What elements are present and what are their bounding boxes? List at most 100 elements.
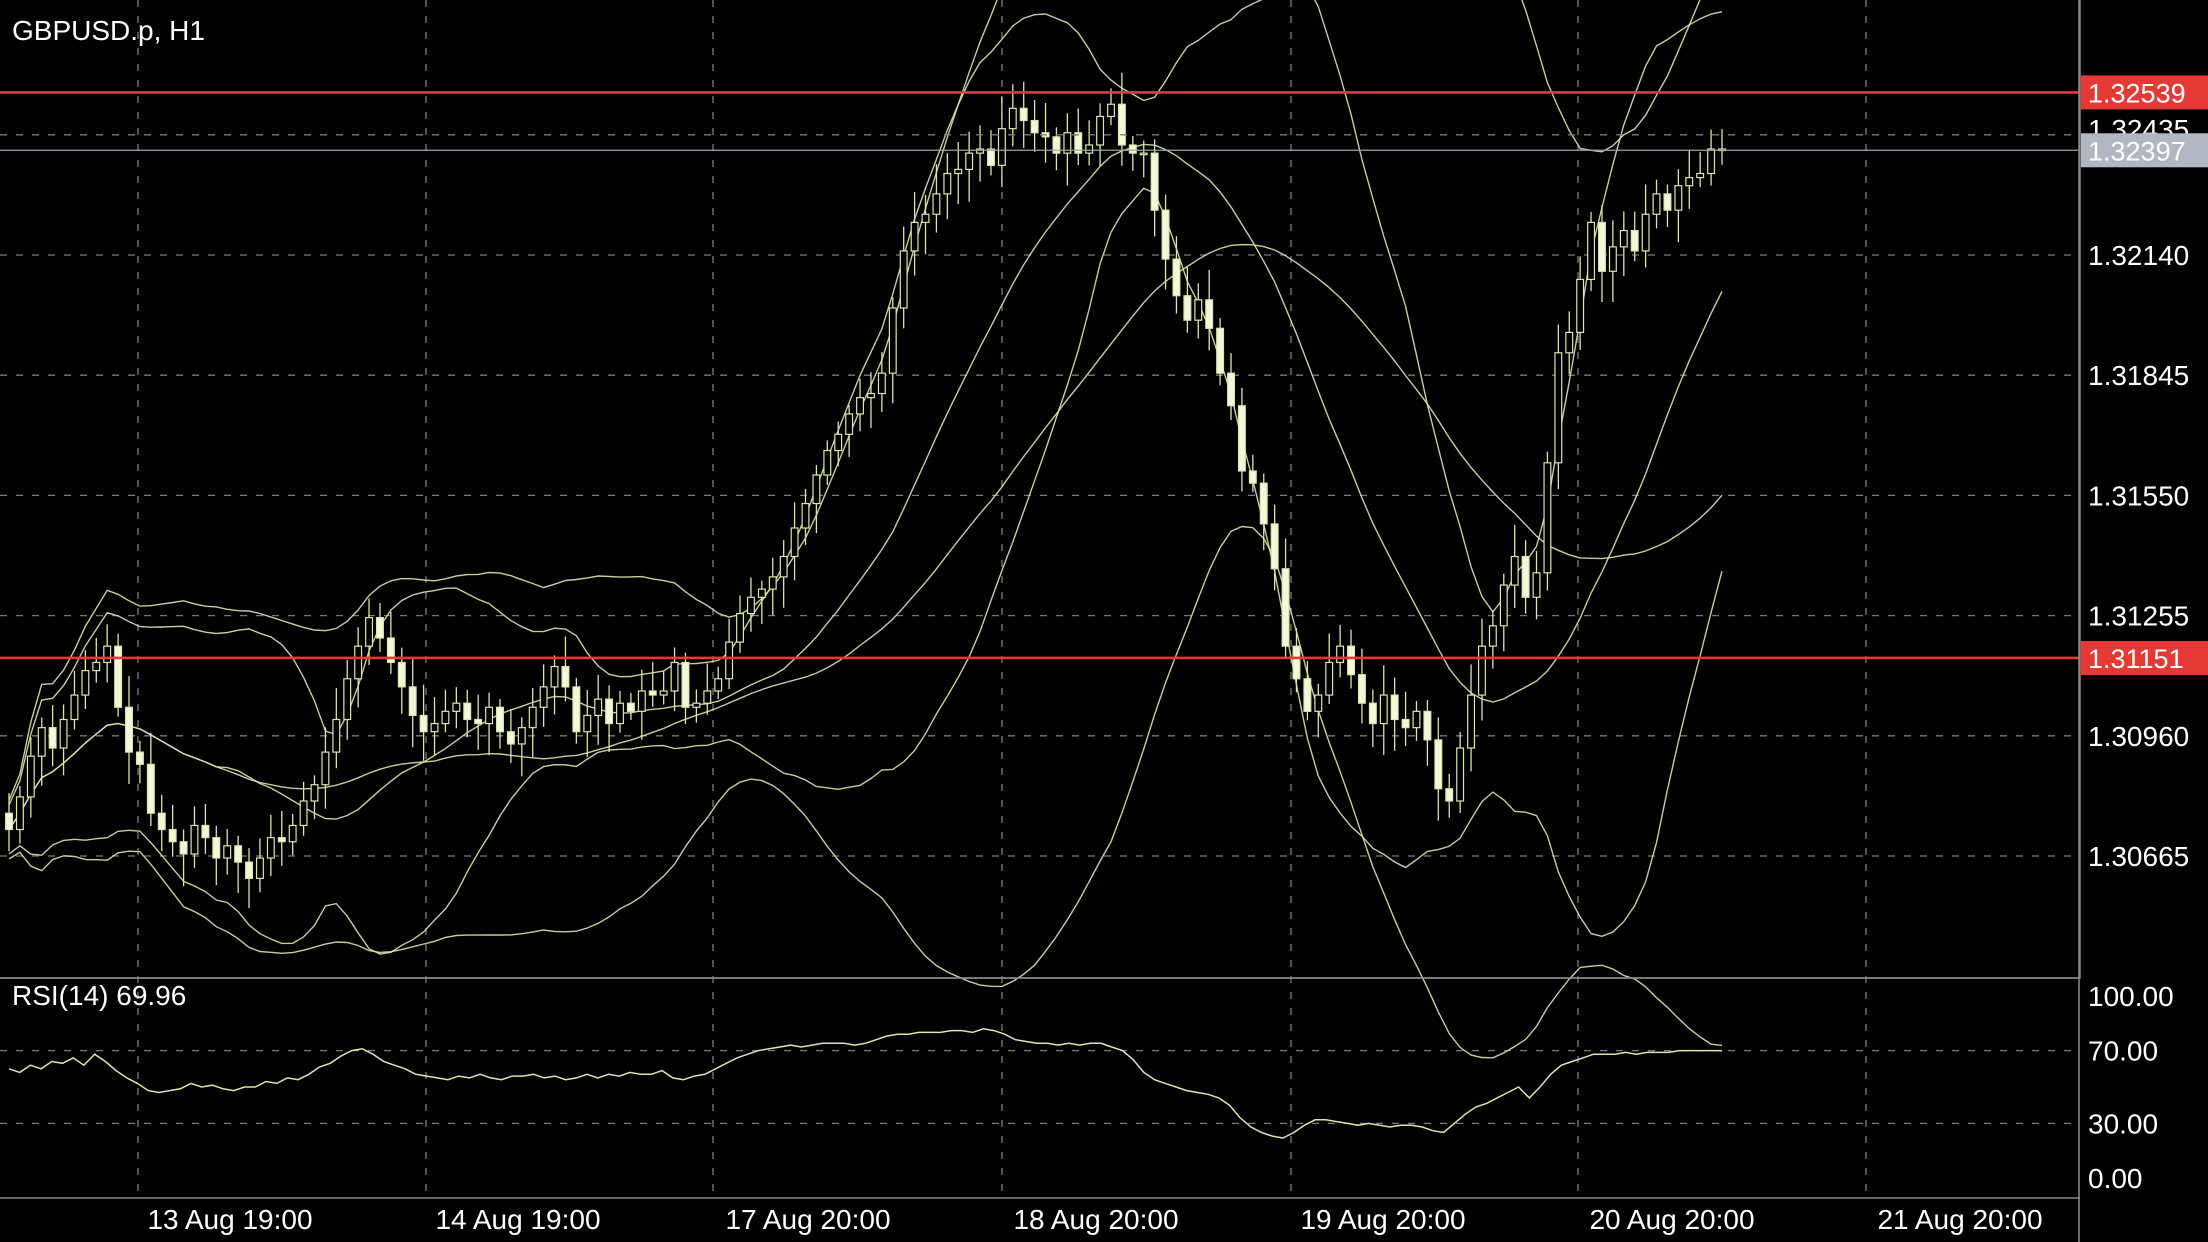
candle-body — [823, 449, 832, 476]
candle-body — [48, 727, 57, 749]
candle-body — [343, 678, 352, 721]
candle-body — [1216, 327, 1225, 374]
candle-body — [1608, 246, 1617, 272]
price-tick-label: 1.30665 — [2088, 841, 2189, 872]
candle-body — [943, 172, 952, 195]
candle-body — [801, 502, 810, 529]
candle-body — [408, 686, 417, 717]
candle-body — [1096, 115, 1105, 146]
candle-body — [1008, 107, 1017, 130]
candle-body — [746, 596, 755, 615]
main-plot-frame — [0, 0, 2081, 979]
candle-body — [1587, 221, 1596, 281]
price-tick-label: 1.31255 — [2088, 601, 2189, 632]
candle-body — [714, 678, 723, 692]
candle-body — [212, 837, 221, 859]
time-tick-label: 13 Aug 19:00 — [147, 1204, 312, 1235]
candle-body — [397, 661, 406, 688]
candle-body — [288, 824, 297, 843]
candle-body — [1499, 584, 1508, 627]
candle-body — [375, 617, 384, 639]
candle-body — [616, 702, 624, 725]
price-tick-label: 1.32140 — [2088, 240, 2189, 271]
time-tick-label: 19 Aug 20:00 — [1300, 1204, 1465, 1235]
candle-body — [997, 128, 1006, 166]
candle-body — [790, 527, 799, 558]
time-tick-label: 20 Aug 20:00 — [1589, 1204, 1754, 1235]
price-chart[interactable]: 1.32140 1.31845 1.31550 1.31255 1.30960 1.306… — [0, 0, 2208, 1242]
candle-body — [1259, 482, 1268, 525]
candle-body — [1085, 144, 1094, 154]
candle-body — [1325, 661, 1334, 696]
candle-body — [517, 727, 526, 745]
candle-body — [245, 861, 254, 880]
candle-body — [1172, 258, 1181, 297]
price-tick-label: 1.30960 — [2088, 721, 2189, 752]
candle-body — [888, 307, 897, 374]
band-middle — [8, 143, 1723, 830]
candle-body — [1477, 645, 1486, 696]
candle-body — [1281, 568, 1290, 647]
candle-body — [1303, 678, 1312, 712]
candle-body — [692, 702, 701, 708]
candle-body — [1357, 674, 1366, 704]
candle-body — [1423, 710, 1432, 741]
rsi-title: RSI(14) 69.96 — [12, 980, 186, 1011]
candle-body — [1292, 645, 1301, 680]
candle-body — [670, 661, 679, 692]
candle-body — [332, 718, 341, 753]
candle-body — [1467, 694, 1476, 749]
candle-body — [856, 397, 865, 415]
candle-body — [877, 372, 886, 395]
candle-body — [648, 690, 657, 696]
candle-body — [474, 718, 483, 725]
candle-body — [277, 837, 286, 843]
candle-body — [1019, 107, 1028, 122]
candle-body — [1630, 229, 1639, 252]
candle-body — [1685, 176, 1694, 187]
candle-body — [114, 645, 123, 708]
candle-body — [354, 645, 363, 680]
candle-body — [365, 617, 374, 647]
candle-body — [583, 714, 592, 733]
candle-body — [1696, 172, 1705, 179]
candle-body — [81, 670, 90, 696]
candle-body — [463, 702, 472, 721]
candle-body — [1532, 572, 1541, 598]
candle-body — [561, 665, 570, 688]
candle-body — [26, 755, 35, 798]
candle-body — [932, 193, 941, 215]
candle-body — [1554, 352, 1563, 464]
candle-body — [1205, 299, 1214, 329]
candle-body — [1314, 694, 1323, 712]
price-axis-labels: 1.32140 1.31845 1.31550 1.31255 1.30960 1.306… — [2088, 240, 2189, 1194]
candle-body — [626, 702, 635, 712]
candle-body — [179, 841, 188, 855]
bid-label: 1.32397 — [2088, 136, 2186, 166]
candle-body — [1194, 299, 1203, 321]
candle-body — [299, 800, 308, 827]
candle-body — [899, 250, 908, 309]
candle-body — [539, 686, 548, 708]
candle-body — [1139, 152, 1148, 156]
candle-body — [659, 690, 668, 696]
rsi-tick-label: 100.00 — [2088, 981, 2174, 1012]
candle-body — [441, 710, 450, 725]
candle-body — [1379, 694, 1388, 725]
candle-body — [1456, 747, 1465, 802]
candle-body — [637, 690, 646, 712]
candle-body — [1227, 372, 1235, 407]
candle-body — [310, 784, 319, 802]
candle-body — [1521, 555, 1530, 598]
price-tick-label: 1.31550 — [2088, 480, 2189, 511]
candle-body — [757, 588, 766, 598]
price-level-label: 1.31151 — [2088, 644, 2184, 674]
rsi-tick-label: 0.00 — [2088, 1163, 2143, 1194]
candle-body — [1576, 278, 1585, 334]
price-tick-label: 1.31845 — [2088, 360, 2189, 391]
candle-body — [125, 706, 134, 753]
rsi-tick-label: 30.00 — [2088, 1108, 2158, 1139]
candle-body — [1619, 229, 1628, 248]
candle-body — [1336, 645, 1345, 664]
price-level-label: 1.32539 — [2088, 78, 2186, 108]
